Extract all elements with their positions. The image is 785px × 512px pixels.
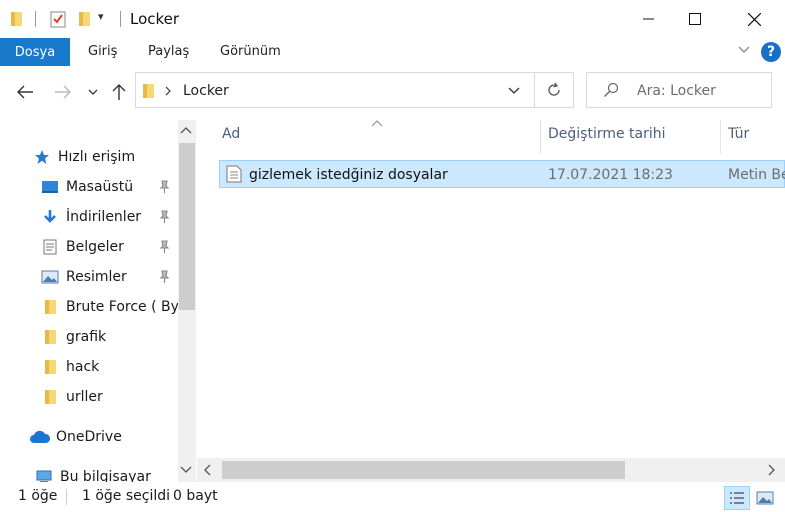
breadcrumb-chevron-icon[interactable] [164, 86, 172, 96]
scroll-left-icon[interactable] [203, 464, 211, 476]
hscrollbar-thumb[interactable] [222, 461, 625, 479]
column-header-date[interactable]: Değiştirme tarihi [548, 126, 666, 142]
large-icons-view-icon [756, 491, 774, 505]
nav-label: Hızlı erişim [58, 149, 136, 165]
nav-item-folder[interactable]: grafik [40, 322, 180, 352]
star-icon [32, 149, 52, 165]
customize-toolbar-icon[interactable]: ▾ [98, 10, 104, 23]
selected-count: 1 öğe seçildi [82, 488, 171, 504]
recent-locations-button[interactable] [84, 82, 102, 102]
arrow-left-icon [17, 85, 33, 99]
nav-label: grafik [66, 329, 107, 345]
nav-label: OneDrive [56, 429, 122, 445]
text-file-icon [226, 165, 242, 183]
this-pc-section: Bu bilgisayar [34, 462, 174, 482]
pin-icon[interactable] [158, 240, 170, 254]
nav-label: Masaüstü [66, 179, 134, 195]
up-button[interactable] [108, 80, 130, 104]
maximize-icon [689, 13, 701, 25]
tab-view[interactable]: Görünüm [220, 44, 281, 59]
download-arrow-icon [40, 209, 60, 225]
arrow-right-icon [55, 85, 71, 99]
computer-icon [34, 469, 54, 482]
pin-icon[interactable] [158, 270, 170, 284]
tab-home[interactable]: Giriş [88, 44, 117, 59]
close-button[interactable] [731, 0, 777, 38]
sort-ascending-icon [371, 120, 383, 127]
back-button[interactable] [12, 80, 38, 104]
folder-icon [40, 359, 60, 375]
column-divider[interactable] [540, 120, 541, 154]
refresh-button[interactable] [534, 72, 574, 108]
minimize-button[interactable] [626, 0, 672, 38]
pictures-icon [40, 269, 60, 285]
onedrive-section: OneDrive [30, 422, 170, 452]
breadcrumb-locker[interactable]: Locker [183, 83, 229, 99]
new-folder-icon[interactable] [78, 11, 91, 27]
folder-icon[interactable] [10, 11, 23, 27]
nav-label: Resimler [66, 269, 127, 285]
quick-access-list: Masaüstü İndirilenler Belgeler Resimler … [40, 172, 180, 412]
window-title: Locker [130, 10, 180, 28]
nav-quick-access[interactable]: Hızlı erişim [32, 142, 172, 172]
nav-onedrive[interactable]: OneDrive [30, 422, 170, 452]
scroll-down-icon[interactable] [180, 466, 192, 474]
arrow-up-icon [112, 84, 126, 100]
column-divider[interactable] [720, 120, 721, 154]
nav-label: İndirilenler [66, 209, 142, 225]
item-count: 1 öğe [18, 488, 58, 504]
column-header-name[interactable]: Ad [222, 126, 240, 142]
ribbon [0, 38, 785, 66]
close-icon [747, 12, 761, 26]
document-icon [40, 239, 60, 255]
details-view-button[interactable] [724, 486, 750, 510]
chevron-down-icon [88, 89, 98, 95]
refresh-icon [548, 82, 560, 96]
divider [120, 11, 121, 27]
nav-item-folder[interactable]: hack [40, 352, 180, 382]
forward-button[interactable] [50, 80, 76, 104]
expand-ribbon-icon[interactable] [737, 42, 751, 56]
nav-label: urller [66, 389, 103, 405]
scroll-right-icon[interactable] [768, 464, 776, 476]
tab-file[interactable]: Dosya [0, 38, 70, 66]
tab-share[interactable]: Paylaş [148, 44, 189, 59]
column-header-type[interactable]: Tür [728, 126, 749, 142]
pin-icon[interactable] [158, 180, 170, 194]
folder-icon [40, 389, 60, 405]
maximize-button[interactable] [672, 0, 718, 38]
scroll-up-icon[interactable] [180, 126, 192, 134]
nav-item-folder[interactable]: urller [40, 382, 180, 412]
search-icon [604, 82, 619, 97]
nav-this-pc[interactable]: Bu bilgisayar [34, 462, 174, 482]
nav-scrollbar-thumb[interactable] [179, 143, 195, 310]
address-history-icon[interactable] [508, 87, 520, 95]
nav-label: hack [66, 359, 100, 375]
folder-icon [40, 329, 60, 345]
nav-list: Hızlı erişim [32, 142, 172, 172]
properties-icon[interactable] [50, 10, 66, 28]
pin-icon[interactable] [158, 210, 170, 224]
folder-icon [40, 299, 60, 315]
nav-label: Brute Force ( By [66, 299, 179, 315]
minimize-icon [643, 18, 654, 20]
nav-item-folder[interactable]: Brute Force ( By [40, 292, 180, 322]
details-view-icon [730, 492, 744, 504]
file-date: 17.07.2021 18:23 [548, 167, 673, 183]
nav-label: Belgeler [66, 239, 124, 255]
selected-size: 0 bayt [173, 488, 218, 504]
nav-label: Bu bilgisayar [60, 469, 151, 482]
divider [66, 489, 67, 505]
cloud-icon [30, 429, 50, 445]
file-type: Metin Be [728, 167, 785, 183]
search-placeholder: Ara: Locker [637, 83, 716, 99]
large-icons-view-button[interactable] [752, 486, 778, 510]
divider [35, 11, 36, 27]
help-button[interactable]: ? [761, 42, 781, 62]
folder-icon [143, 84, 154, 98]
file-name: gizlemek istedğiniz dosyalar [249, 167, 448, 183]
desktop-icon [40, 179, 60, 195]
